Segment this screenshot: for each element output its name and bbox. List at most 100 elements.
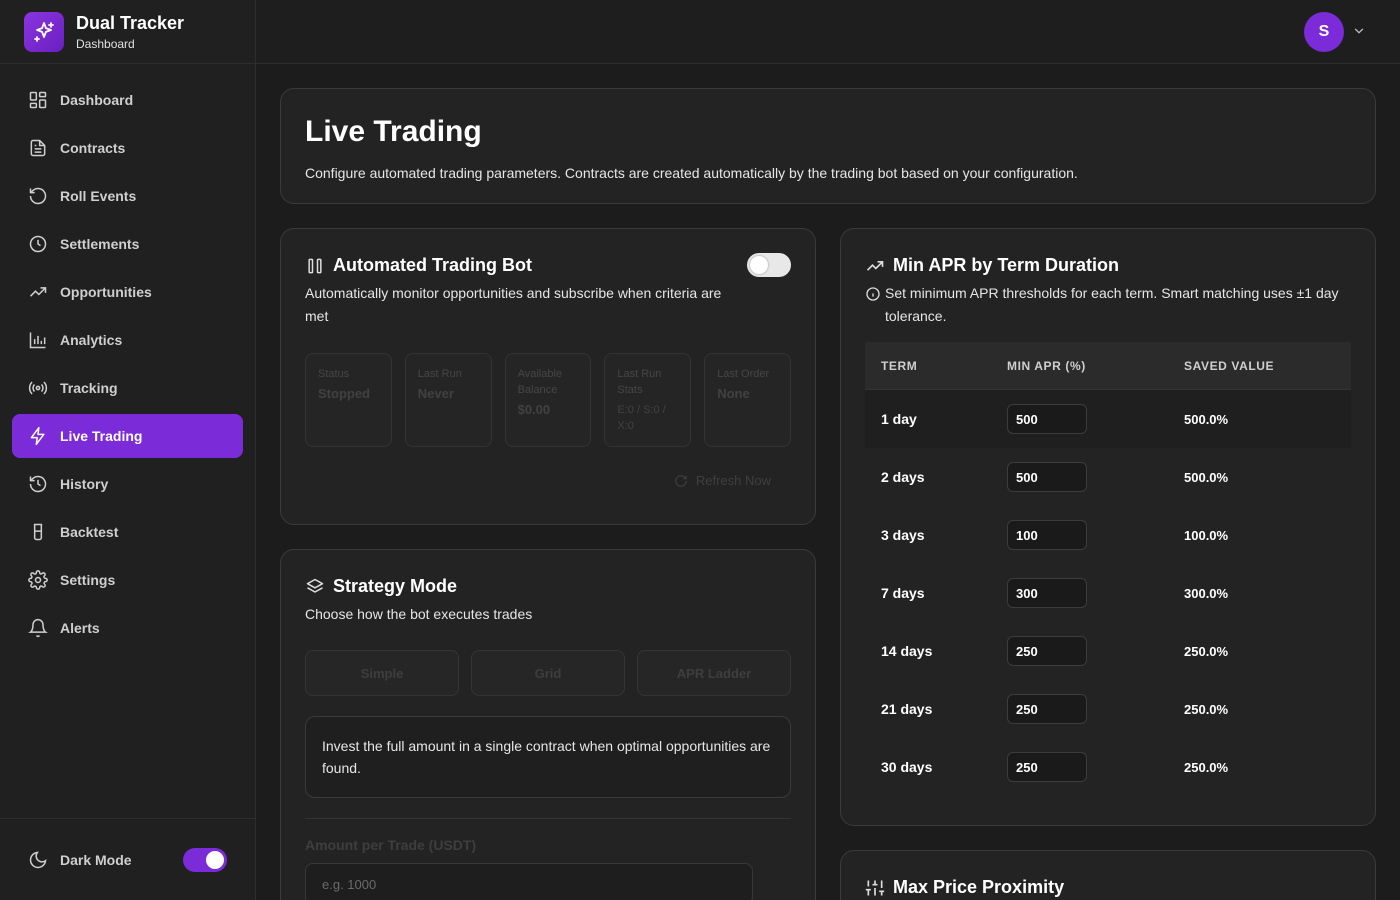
saved-value-cell: 250.0%	[1184, 759, 1229, 775]
sidebar-item-label: Analytics	[60, 332, 123, 348]
chevron-down-icon[interactable]	[1352, 24, 1366, 38]
bot-stats: Status Stopped Last Run Never Available …	[305, 353, 791, 447]
mode-simple-button[interactable]: Simple	[305, 650, 459, 696]
document-icon	[30, 139, 46, 157]
sidebar-item-label: Roll Events	[60, 188, 137, 204]
sidebar-item-tracking[interactable]: Tracking	[12, 366, 243, 410]
table-row: 1 day 500.0%	[865, 390, 1351, 448]
radio-icon	[28, 381, 48, 395]
stat-value: E:0 / S:0 / X:0	[617, 404, 666, 432]
layers-icon	[306, 578, 324, 593]
strategy-mode-description: Choose how the bot executes trades	[305, 606, 533, 622]
strategy-mode-info: Invest the full amount in a single contr…	[305, 716, 791, 798]
stat-value: $0.00	[517, 402, 551, 417]
term-cell: 1 day	[881, 411, 917, 427]
sidebar-item-backtest[interactable]: Backtest	[12, 510, 243, 554]
sidebar-item-settlements[interactable]: Settlements	[12, 222, 243, 266]
min-apr-input[interactable]	[1007, 578, 1087, 608]
brand: Dual Tracker Dashboard	[0, 0, 255, 64]
stat-label: Last Order	[717, 368, 770, 380]
max-price-proximity-card: Max Price Proximity	[840, 850, 1376, 900]
table-row: 7 days 300.0%	[865, 564, 1351, 622]
trending-up-icon	[866, 260, 884, 271]
trading-bot-toggle[interactable]	[747, 253, 791, 277]
sidebar-item-analytics[interactable]: Analytics	[12, 318, 243, 362]
table-row: 30 days 250.0%	[865, 738, 1351, 796]
strategy-mode-options: Simple Grid APR Ladder	[305, 650, 791, 696]
stat-last-order: Last Order None	[704, 353, 791, 447]
moon-icon	[29, 851, 47, 868]
amount-input[interactable]	[305, 863, 753, 900]
sidebar: Dual Tracker Dashboard Dashboard Contrac…	[0, 0, 256, 900]
gear-icon	[28, 570, 48, 590]
sidebar-nav: Dashboard Contracts Roll Events Settleme…	[0, 64, 255, 650]
dark-mode-label: Dark Mode	[60, 851, 132, 868]
saved-value-cell: 250.0%	[1184, 643, 1229, 659]
sidebar-item-label: Alerts	[60, 620, 100, 636]
sidebar-item-history[interactable]: History	[12, 462, 243, 506]
amount-label: Amount per Trade (USDT)	[305, 837, 477, 853]
min-apr-input[interactable]	[1007, 404, 1087, 434]
min-apr-input[interactable]	[1007, 462, 1087, 492]
column-header: TERM	[881, 358, 918, 373]
min-apr-input[interactable]	[1007, 636, 1087, 666]
sidebar-item-label: Settlements	[60, 236, 140, 252]
refresh-button[interactable]: Refresh Now	[674, 473, 771, 488]
sidebar-item-opportunities[interactable]: Opportunities	[12, 270, 243, 314]
topbar: S	[256, 0, 1400, 64]
saved-value-cell: 300.0%	[1184, 585, 1229, 601]
stat-last-run-stats: Last Run Stats E:0 / S:0 / X:0	[604, 353, 692, 447]
stat-label: Last Run	[417, 368, 462, 380]
min-apr-input[interactable]	[1007, 694, 1087, 724]
zap-icon	[30, 426, 45, 446]
sidebar-item-live-trading[interactable]: Live Trading	[12, 414, 243, 458]
min-apr-input[interactable]	[1007, 520, 1087, 550]
apr-table-header: TERM MIN APR (%) SAVED VALUE	[865, 342, 1351, 390]
sidebar-item-contracts[interactable]: Contracts	[12, 126, 243, 170]
sidebar-item-dashboard[interactable]: Dashboard	[12, 78, 243, 122]
sidebar-item-roll-events[interactable]: Roll Events	[12, 174, 243, 218]
sliders-icon	[865, 880, 885, 895]
page-header-card: Live Trading Configure automated trading…	[280, 88, 1376, 204]
term-cell: 30 days	[881, 759, 933, 775]
bell-icon	[28, 618, 48, 638]
stat-label: Last Run Stats	[617, 368, 662, 396]
avatar[interactable]: S	[1304, 12, 1344, 52]
sparkles-icon	[24, 11, 64, 52]
sidebar-item-label: Backtest	[60, 524, 119, 540]
sidebar-item-settings[interactable]: Settings	[12, 558, 243, 602]
term-cell: 2 days	[881, 469, 925, 485]
sidebar-item-label: Dashboard	[60, 92, 134, 108]
flask-icon	[33, 523, 43, 541]
max-price-proximity-title: Max Price Proximity	[893, 877, 1065, 897]
mode-apr-ladder-button[interactable]: APR Ladder	[637, 650, 791, 696]
min-apr-title: Min APR by Term Duration	[893, 255, 1120, 275]
mode-grid-button[interactable]: Grid	[471, 650, 625, 696]
term-cell: 21 days	[881, 701, 933, 717]
strategy-mode-title: Strategy Mode	[333, 576, 458, 596]
table-row: 2 days 500.0%	[865, 448, 1351, 506]
page-description: Configure automated trading parameters. …	[305, 165, 1078, 181]
brand-title: Dual Tracker	[76, 12, 185, 33]
stat-available-balance: Available Balance $0.00	[504, 353, 592, 447]
saved-value-cell: 250.0%	[1184, 701, 1229, 717]
apr-table: TERM MIN APR (%) SAVED VALUE 1 day 500.0…	[865, 342, 1351, 796]
dark-mode-toggle[interactable]	[183, 847, 227, 872]
refresh-icon	[675, 474, 687, 487]
min-apr-input[interactable]	[1007, 752, 1087, 782]
table-row: 3 days 100.0%	[865, 506, 1351, 564]
stat-value: Stopped	[318, 386, 370, 401]
trading-bot-title: Automated Trading Bot	[333, 255, 532, 275]
term-cell: 14 days	[881, 643, 933, 659]
sidebar-item-label: Contracts	[60, 140, 126, 156]
term-cell: 3 days	[881, 527, 925, 543]
column-header: MIN APR (%)	[1007, 358, 1086, 373]
sidebar-item-label: History	[60, 476, 109, 492]
trading-bot-card: Automated Trading Bot Automatically moni…	[280, 228, 816, 525]
grid-icon	[29, 91, 47, 109]
sidebar-item-alerts[interactable]: Alerts	[12, 606, 243, 650]
stat-value: Never	[417, 386, 454, 401]
trending-up-icon	[29, 287, 47, 297]
saved-value-cell: 500.0%	[1184, 411, 1229, 427]
sidebar-footer: Dark Mode	[0, 818, 255, 900]
